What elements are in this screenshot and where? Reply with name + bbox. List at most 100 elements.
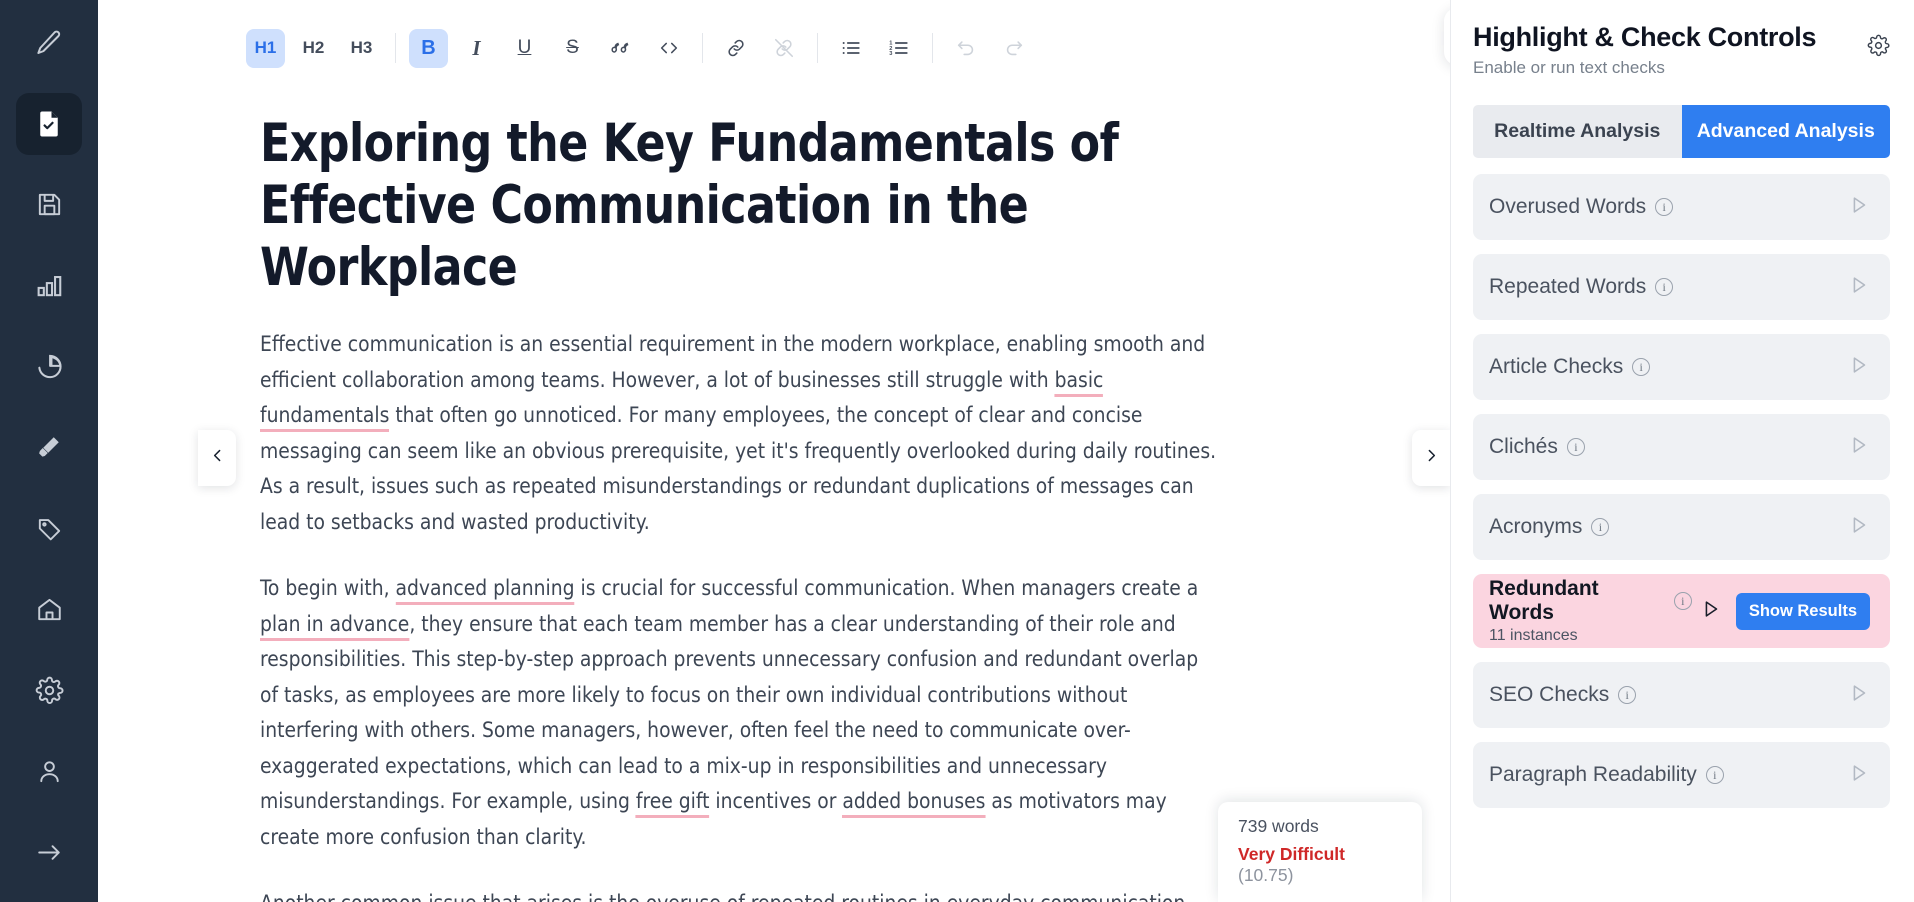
heading-1-label: H1 — [255, 38, 277, 58]
heading-2-button[interactable]: H2 — [294, 29, 333, 68]
sidebar-item-highlight[interactable] — [16, 417, 82, 479]
run-check-play-icon[interactable] — [1848, 762, 1870, 789]
highlighted-phrase[interactable]: added bonuses — [842, 789, 985, 818]
check-label: Redundant Words — [1489, 577, 1665, 625]
sidebar-item-statistics[interactable] — [16, 255, 82, 317]
panel-settings-button[interactable] — [1867, 34, 1890, 62]
home-icon — [35, 595, 64, 624]
check-row-acronyms[interactable]: Acronymsi — [1473, 494, 1890, 560]
word-count-widget: 739 words Very Difficult (10.75) — [1218, 802, 1422, 902]
sidebar-item-home[interactable] — [16, 578, 82, 640]
check-row-article-checks[interactable]: Article Checksi — [1473, 334, 1890, 400]
sidebar-item-tags[interactable] — [16, 497, 82, 559]
sidebar-item-reports[interactable] — [16, 336, 82, 398]
tab-realtime-analysis[interactable]: Realtime Analysis — [1473, 105, 1682, 158]
document-editor[interactable]: Exploring the Key Fundamentals of Effect… — [98, 96, 1450, 902]
check-label-row: Paragraph Readabilityi — [1489, 763, 1840, 787]
sidebar-item-logout[interactable] — [16, 821, 82, 883]
save-disk-icon — [35, 190, 64, 219]
info-icon[interactable]: i — [1674, 592, 1692, 610]
collapse-right-button[interactable] — [1412, 430, 1450, 486]
text-run: incentives or — [709, 789, 842, 814]
check-info: Paragraph Readabilityi — [1489, 763, 1840, 787]
run-check-play-icon[interactable] — [1848, 514, 1870, 541]
strikethrough-button[interactable]: S — [553, 29, 592, 68]
check-info: Redundant Wordsi11 instances — [1489, 577, 1692, 645]
insert-link-button[interactable] — [716, 29, 755, 68]
arrow-right-icon — [35, 838, 64, 867]
info-icon[interactable]: i — [1567, 438, 1585, 456]
check-row-clich-s[interactable]: Clichési — [1473, 414, 1890, 480]
run-check-play-icon[interactable] — [1848, 274, 1870, 301]
document-check-icon — [34, 109, 64, 139]
readability-level: Very Difficult — [1238, 844, 1345, 864]
paragraph: Effective communication is an essential … — [260, 327, 1220, 540]
check-info: Repeated Wordsi — [1489, 275, 1840, 299]
info-icon[interactable]: i — [1706, 766, 1724, 784]
code-block-button[interactable] — [649, 29, 688, 68]
text-run: is crucial for successful communication.… — [575, 576, 1199, 601]
run-check-play-icon[interactable] — [1700, 598, 1722, 625]
sidebar-item-save[interactable] — [16, 174, 82, 236]
bullet-list-icon — [840, 37, 862, 59]
run-check-play-icon[interactable] — [1848, 354, 1870, 381]
heading-3-button[interactable]: H3 — [342, 29, 381, 68]
strikethrough-label: S — [566, 37, 579, 59]
info-icon[interactable]: i — [1618, 686, 1636, 704]
toolbar-divider — [395, 33, 396, 63]
sidebar-item-account[interactable] — [16, 740, 82, 802]
sidebar-item-write[interactable] — [16, 12, 82, 74]
pie-chart-icon — [35, 352, 64, 381]
underline-button[interactable]: U — [505, 29, 544, 68]
show-results-button[interactable]: Show Results — [1736, 593, 1870, 630]
numbered-list-button[interactable]: 123 — [879, 29, 918, 68]
check-info: Acronymsi — [1489, 515, 1840, 539]
info-icon[interactable]: i — [1591, 518, 1609, 536]
highlighted-phrase[interactable]: plan in advance — [260, 612, 409, 641]
check-label-row: Acronymsi — [1489, 515, 1840, 539]
bold-button[interactable]: B — [409, 29, 448, 68]
check-row-seo-checks[interactable]: SEO Checksi — [1473, 662, 1890, 728]
document-body[interactable]: Effective communication is an essential … — [260, 327, 1250, 902]
italic-button[interactable]: I — [457, 29, 496, 68]
readability-row: Very Difficult (10.75) — [1238, 844, 1402, 886]
redo-button[interactable] — [994, 29, 1033, 68]
check-label-row: SEO Checksi — [1489, 683, 1840, 707]
link-icon — [725, 37, 747, 59]
heading-1-button[interactable]: H1 — [246, 29, 285, 68]
bar-chart-icon — [35, 271, 64, 300]
paragraph: Another common issue that arises is the … — [260, 886, 1220, 902]
check-row-overused-words[interactable]: Overused Wordsi — [1473, 174, 1890, 240]
text-run: To begin with, — [260, 576, 396, 601]
chevron-right-icon — [1423, 447, 1440, 469]
editor-column: H1 H2 H3 B I U S — [98, 0, 1450, 902]
text-run: that often go unnoticed. For many employ… — [260, 403, 1216, 535]
tab-advanced-analysis[interactable]: Advanced Analysis — [1682, 105, 1891, 158]
user-icon — [35, 757, 64, 786]
highlighted-phrase[interactable]: free gift — [636, 789, 710, 818]
info-icon[interactable]: i — [1655, 198, 1673, 216]
check-label-row: Article Checksi — [1489, 355, 1840, 379]
undo-button[interactable] — [946, 29, 985, 68]
check-row-redundant-words[interactable]: Redundant Wordsi11 instancesShow Results — [1473, 574, 1890, 648]
check-row-repeated-words[interactable]: Repeated Wordsi — [1473, 254, 1890, 320]
check-label-row: Clichési — [1489, 435, 1840, 459]
run-check-play-icon[interactable] — [1848, 434, 1870, 461]
redo-icon — [1003, 37, 1025, 59]
check-row-paragraph-readability[interactable]: Paragraph Readabilityi — [1473, 742, 1890, 808]
run-check-play-icon[interactable] — [1848, 682, 1870, 709]
blockquote-button[interactable] — [601, 29, 640, 68]
info-icon[interactable]: i — [1655, 278, 1673, 296]
toolbar-divider — [817, 33, 818, 63]
toolbar-divider — [932, 33, 933, 63]
info-icon[interactable]: i — [1632, 358, 1650, 376]
bullet-list-button[interactable] — [831, 29, 870, 68]
highlighted-phrase[interactable]: advanced planning — [396, 576, 575, 605]
sidebar-item-settings[interactable] — [16, 659, 82, 721]
run-check-play-icon[interactable] — [1848, 194, 1870, 221]
check-label-row: Repeated Wordsi — [1489, 275, 1840, 299]
remove-link-button[interactable] — [764, 29, 803, 68]
undo-icon — [955, 37, 977, 59]
collapse-left-button[interactable] — [198, 430, 236, 486]
sidebar-item-document[interactable] — [16, 93, 82, 155]
